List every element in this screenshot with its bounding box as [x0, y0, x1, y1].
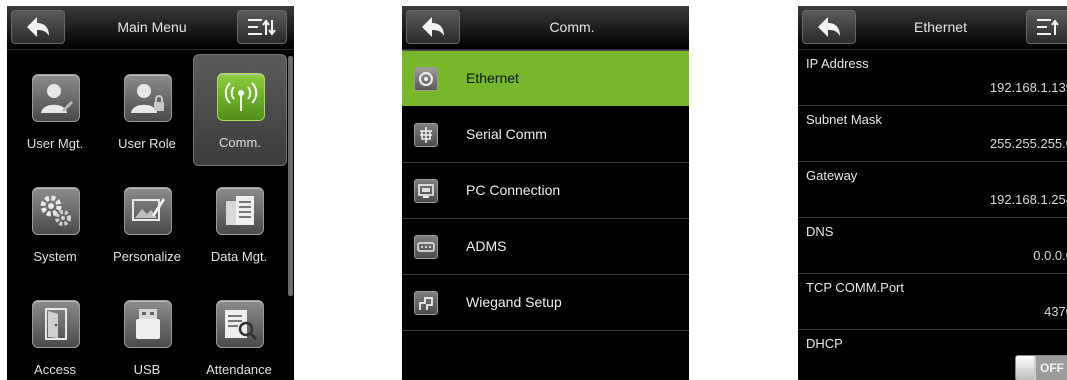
- attendance-search-icon: [216, 300, 264, 348]
- eth-row-value: 192.168.1.139: [989, 80, 1067, 95]
- eth-row-value: 0.0.0.0: [1033, 248, 1067, 263]
- comm-item-label: Wiegand Setup: [466, 294, 562, 310]
- tile-attendance[interactable]: Attendance: [193, 282, 285, 380]
- eth-row-label: IP Address: [806, 56, 869, 71]
- user-role-icon: [124, 74, 172, 122]
- comm-item-serial[interactable]: Serial Comm: [402, 107, 689, 163]
- eth-row-dhcp: DHCP OFF: [798, 330, 1067, 380]
- eth-row-value: 192.168.1.254: [989, 192, 1067, 207]
- pc-icon: [414, 179, 438, 203]
- eth-row-tcp-port[interactable]: TCP COMM.Port 4370: [798, 274, 1067, 330]
- eth-row-dns[interactable]: DNS 0.0.0.0: [798, 218, 1067, 274]
- main-menu-screen: Main Menu User Mgt. User Role Comm. Syst…: [7, 6, 294, 380]
- comm-item-label: ADMS: [466, 238, 507, 254]
- tile-user-role[interactable]: User Role: [101, 56, 193, 166]
- main-menu-topbar: Main Menu: [7, 6, 294, 50]
- sort-menu-icon: [248, 19, 276, 36]
- eth-row-label: DHCP: [806, 336, 843, 351]
- comm-item-label: Serial Comm: [466, 126, 547, 142]
- eth-row-subnet-mask[interactable]: Subnet Mask 255.255.255.0: [798, 106, 1067, 162]
- comm-item-ethernet[interactable]: Ethernet: [402, 51, 689, 106]
- back-button[interactable]: [802, 10, 856, 44]
- tile-label: USB: [133, 362, 161, 377]
- ethernet-icon: [414, 67, 438, 91]
- tile-label: Personalize: [113, 249, 181, 264]
- data-manage-icon: [216, 187, 264, 235]
- back-arrow-icon: [818, 17, 840, 37]
- tile-data-mgt[interactable]: Data Mgt.: [193, 169, 285, 279]
- tile-usb[interactable]: USB: [101, 282, 193, 380]
- gears-icon: [32, 187, 80, 235]
- personalize-icon: [124, 187, 172, 235]
- page-title: Ethernet: [914, 19, 967, 35]
- page-title: Comm.: [549, 19, 595, 35]
- eth-row-label: Subnet Mask: [806, 112, 882, 127]
- comm-item-pc-connection[interactable]: PC Connection: [402, 163, 689, 219]
- toggle-knob: [1016, 356, 1034, 380]
- wiegand-icon: [414, 291, 438, 315]
- tile-comm[interactable]: Comm.: [193, 54, 287, 166]
- comm-topbar: Comm.: [402, 6, 689, 50]
- toggle-state-text: OFF: [1036, 356, 1067, 380]
- back-arrow-icon: [422, 17, 444, 37]
- tile-label: User Mgt.: [26, 136, 84, 151]
- back-arrow-icon: [27, 17, 49, 37]
- tile-label: Attendance: [206, 362, 272, 377]
- tile-label: User Role: [118, 136, 176, 151]
- dhcp-toggle[interactable]: OFF: [1015, 355, 1067, 380]
- user-manage-icon: [32, 74, 80, 122]
- sort-menu-icon: [1037, 19, 1059, 35]
- eth-row-label: TCP COMM.Port: [806, 280, 904, 295]
- comm-screen: Comm. Ethernet Serial Comm PC Connection…: [402, 6, 689, 380]
- tile-personalize[interactable]: Personalize: [101, 169, 193, 279]
- tile-access[interactable]: Access: [9, 282, 101, 380]
- eth-row-label: DNS: [806, 224, 834, 239]
- comm-item-label: PC Connection: [466, 182, 561, 198]
- ethernet-screen: Ethernet IP Address 192.168.1.139 Subnet…: [798, 6, 1067, 380]
- options-button[interactable]: [1026, 10, 1067, 44]
- back-button[interactable]: [406, 10, 460, 44]
- tile-label: Data Mgt.: [210, 249, 268, 264]
- options-button[interactable]: [237, 10, 287, 44]
- ethernet-topbar: Ethernet: [798, 6, 1067, 50]
- door-access-icon: [32, 300, 80, 348]
- eth-row-gateway[interactable]: Gateway 192.168.1.254: [798, 162, 1067, 218]
- eth-row-ip-address[interactable]: IP Address 192.168.1.139: [798, 50, 1067, 106]
- comm-item-label: Ethernet: [466, 70, 519, 86]
- usb-drive-icon: [124, 300, 172, 348]
- adms-icon: [414, 235, 438, 259]
- comm-item-wiegand[interactable]: Wiegand Setup: [402, 275, 689, 331]
- tile-system[interactable]: System: [9, 169, 101, 279]
- tile-label: Comm.: [219, 135, 261, 150]
- back-button[interactable]: [11, 10, 65, 44]
- tile-user-mgt[interactable]: User Mgt.: [9, 56, 101, 166]
- tile-label: Access: [34, 362, 76, 377]
- comm-item-adms[interactable]: ADMS: [402, 219, 689, 275]
- serial-icon: [414, 123, 438, 147]
- eth-row-value: 255.255.255.0: [989, 136, 1067, 151]
- eth-row-value: 4370: [1044, 304, 1067, 319]
- eth-row-label: Gateway: [806, 168, 858, 183]
- wireless-comm-icon: [217, 73, 265, 121]
- page-title: Main Menu: [117, 19, 187, 35]
- scrollbar[interactable]: [288, 56, 293, 296]
- tile-label: System: [33, 249, 77, 264]
